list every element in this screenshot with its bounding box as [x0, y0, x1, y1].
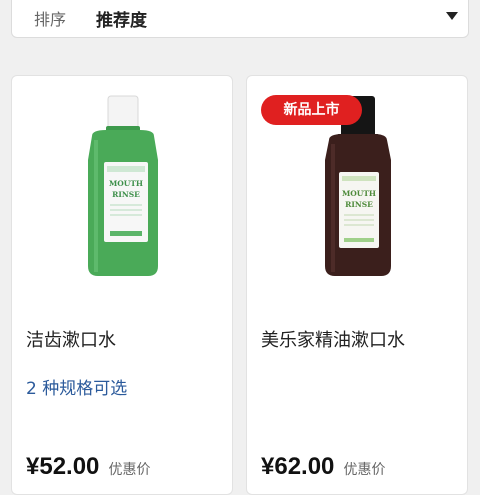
bottle-label-top: MOUTH — [342, 189, 376, 198]
product-name[interactable]: 美乐家精油漱口水 — [261, 326, 405, 352]
price-label: 优惠价 — [108, 462, 151, 478]
product-card[interactable]: MOUTH RINSE 新品上市 美乐家精油漱口水 ¥62.00 优惠价 — [246, 75, 468, 495]
sort-dropdown[interactable]: 排序 推荐度 — [11, 0, 469, 38]
price-row: ¥52.00 优惠价 — [26, 453, 151, 481]
bottle-label-bottom: RINSE — [112, 190, 140, 199]
caret-down-icon[interactable] — [446, 12, 458, 20]
price-row: ¥62.00 优惠价 — [261, 453, 386, 481]
bottle-label-bottom: RINSE — [345, 200, 373, 209]
variant-options-link[interactable]: 2 种规格可选 — [26, 374, 127, 399]
product-image[interactable]: MOUTH RINSE — [12, 76, 233, 286]
product-name[interactable]: 洁齿漱口水 — [26, 326, 116, 352]
sort-label: 排序 — [34, 10, 67, 29]
product-card[interactable]: MOUTH RINSE 洁齿漱口水 2 种规格可选 ¥52.00 优惠价 — [11, 75, 233, 495]
price: ¥52.00 — [26, 453, 100, 480]
price: ¥62.00 — [261, 453, 335, 480]
price-label: 优惠价 — [343, 462, 386, 478]
sort-selected-value: 推荐度 — [96, 11, 147, 31]
new-product-badge: 新品上市 — [261, 95, 362, 125]
bottle-label-top: MOUTH — [109, 179, 143, 188]
